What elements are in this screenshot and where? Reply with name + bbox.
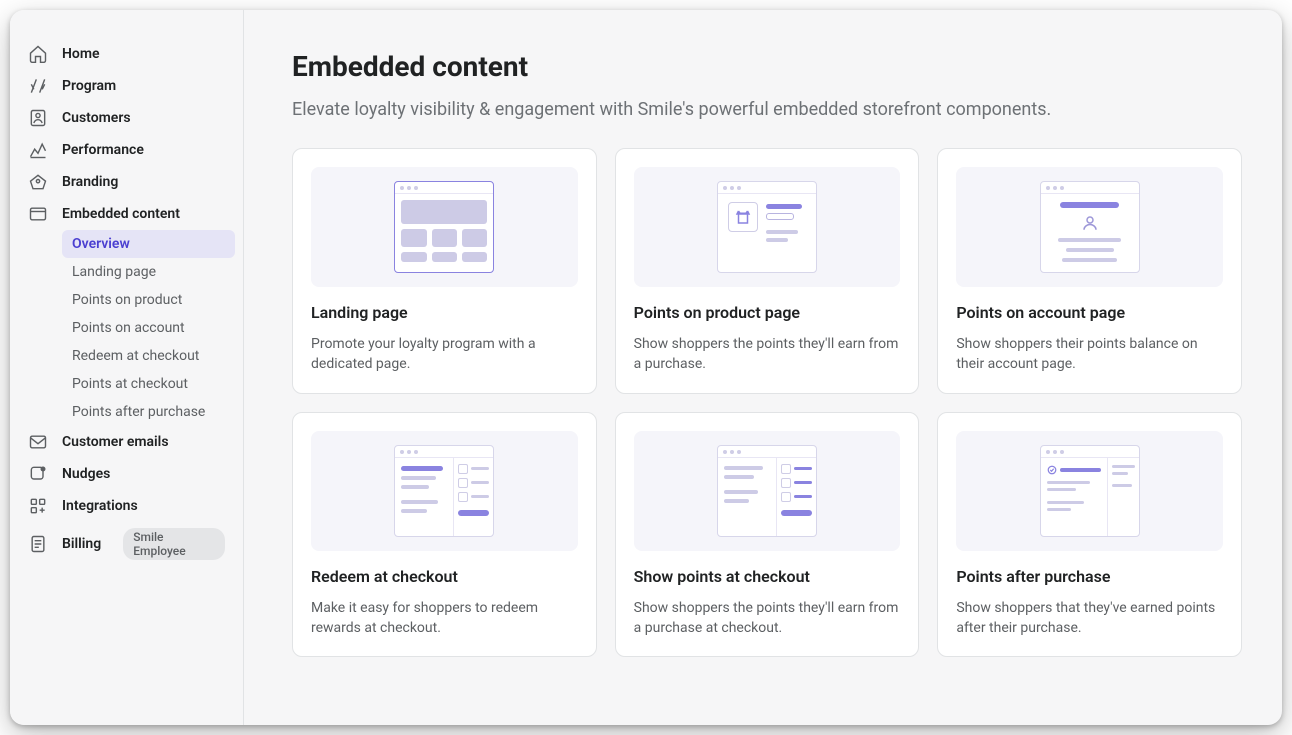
billing-icon bbox=[28, 534, 48, 554]
card-title: Show points at checkout bbox=[634, 567, 901, 586]
sidebar-label: Customers bbox=[62, 110, 131, 126]
sidebar-label: Billing bbox=[62, 536, 101, 552]
billing-badge: Smile Employee bbox=[123, 528, 225, 560]
sidebar-item-nudges[interactable]: Nudges bbox=[18, 458, 235, 490]
sidebar-item-emails[interactable]: Customer emails bbox=[18, 426, 235, 458]
card-title: Redeem at checkout bbox=[311, 567, 578, 586]
card-desc: Promote your loyalty program with a dedi… bbox=[311, 334, 578, 375]
branding-icon bbox=[28, 172, 48, 192]
card-title: Landing page bbox=[311, 303, 578, 322]
sidebar-item-customers[interactable]: Customers bbox=[18, 102, 235, 134]
card-redeem-checkout[interactable]: Redeem at checkout Make it easy for shop… bbox=[292, 412, 597, 658]
main-content: Embedded content Elevate loyalty visibil… bbox=[244, 10, 1282, 725]
card-points-after[interactable]: Points after purchase Show shoppers that… bbox=[937, 412, 1242, 658]
embedded-icon bbox=[28, 204, 48, 224]
integrations-icon bbox=[28, 496, 48, 516]
card-desc: Make it easy for shoppers to redeem rewa… bbox=[311, 598, 578, 639]
points-account-illustration bbox=[956, 167, 1223, 287]
sidebar-label: Embedded content bbox=[62, 206, 180, 222]
subnav-points-checkout[interactable]: Points at checkout bbox=[62, 370, 235, 398]
subnav-label: Overview bbox=[72, 236, 130, 252]
subnav-landing[interactable]: Landing page bbox=[62, 258, 235, 286]
subnav-points-after[interactable]: Points after purchase bbox=[62, 398, 235, 426]
redeem-checkout-illustration bbox=[311, 431, 578, 551]
sidebar-item-integrations[interactable]: Integrations bbox=[18, 490, 235, 522]
page-title: Embedded content bbox=[292, 50, 1242, 83]
subnav-label: Points on account bbox=[72, 320, 185, 336]
sidebar-label: Branding bbox=[62, 174, 118, 190]
points-after-illustration bbox=[956, 431, 1223, 551]
points-product-illustration bbox=[634, 167, 901, 287]
subnav-overview[interactable]: Overview bbox=[62, 230, 235, 258]
landing-page-illustration bbox=[311, 167, 578, 287]
subnav-label: Landing page bbox=[72, 264, 156, 280]
sidebar-item-billing[interactable]: Billing Smile Employee bbox=[18, 522, 235, 566]
subnav-label: Points at checkout bbox=[72, 376, 188, 392]
card-title: Points after purchase bbox=[956, 567, 1223, 586]
embedded-subnav: Overview Landing page Points on product … bbox=[18, 230, 235, 426]
page-subtitle: Elevate loyalty visibility & engagement … bbox=[292, 99, 1242, 120]
sidebar-item-branding[interactable]: Branding bbox=[18, 166, 235, 198]
program-icon bbox=[28, 76, 48, 96]
sidebar: Home Program Customers Performance Brand… bbox=[10, 10, 244, 725]
card-desc: Show shoppers their points balance on th… bbox=[956, 334, 1223, 375]
card-grid: Landing page Promote your loyalty progra… bbox=[292, 148, 1242, 657]
sidebar-item-home[interactable]: Home bbox=[18, 38, 235, 70]
home-icon bbox=[28, 44, 48, 64]
card-desc: Show shoppers that they've earned points… bbox=[956, 598, 1223, 639]
nudges-icon bbox=[28, 464, 48, 484]
subnav-label: Points after purchase bbox=[72, 404, 205, 420]
card-title: Points on product page bbox=[634, 303, 901, 322]
sidebar-label: Customer emails bbox=[62, 434, 169, 450]
points-checkout-illustration bbox=[634, 431, 901, 551]
performance-icon bbox=[28, 140, 48, 160]
card-desc: Show shoppers the points they'll earn fr… bbox=[634, 598, 901, 639]
subnav-points-product[interactable]: Points on product bbox=[62, 286, 235, 314]
sidebar-label: Nudges bbox=[62, 466, 110, 482]
sidebar-label: Home bbox=[62, 46, 100, 62]
emails-icon bbox=[28, 432, 48, 452]
card-points-checkout[interactable]: Show points at checkout Show shoppers th… bbox=[615, 412, 920, 658]
subnav-label: Points on product bbox=[72, 292, 182, 308]
subnav-label: Redeem at checkout bbox=[72, 348, 199, 364]
card-desc: Show shoppers the points they'll earn fr… bbox=[634, 334, 901, 375]
subnav-redeem-checkout[interactable]: Redeem at checkout bbox=[62, 342, 235, 370]
app-window: Home Program Customers Performance Brand… bbox=[10, 10, 1282, 725]
card-landing-page[interactable]: Landing page Promote your loyalty progra… bbox=[292, 148, 597, 394]
subnav-points-account[interactable]: Points on account bbox=[62, 314, 235, 342]
card-points-product[interactable]: Points on product page Show shoppers the… bbox=[615, 148, 920, 394]
sidebar-label: Integrations bbox=[62, 498, 138, 514]
card-title: Points on account page bbox=[956, 303, 1223, 322]
customers-icon bbox=[28, 108, 48, 128]
sidebar-item-program[interactable]: Program bbox=[18, 70, 235, 102]
sidebar-item-embedded[interactable]: Embedded content bbox=[18, 198, 235, 230]
sidebar-label: Performance bbox=[62, 142, 144, 158]
sidebar-label: Program bbox=[62, 78, 116, 94]
sidebar-item-performance[interactable]: Performance bbox=[18, 134, 235, 166]
card-points-account[interactable]: Points on account page Show shoppers the… bbox=[937, 148, 1242, 394]
